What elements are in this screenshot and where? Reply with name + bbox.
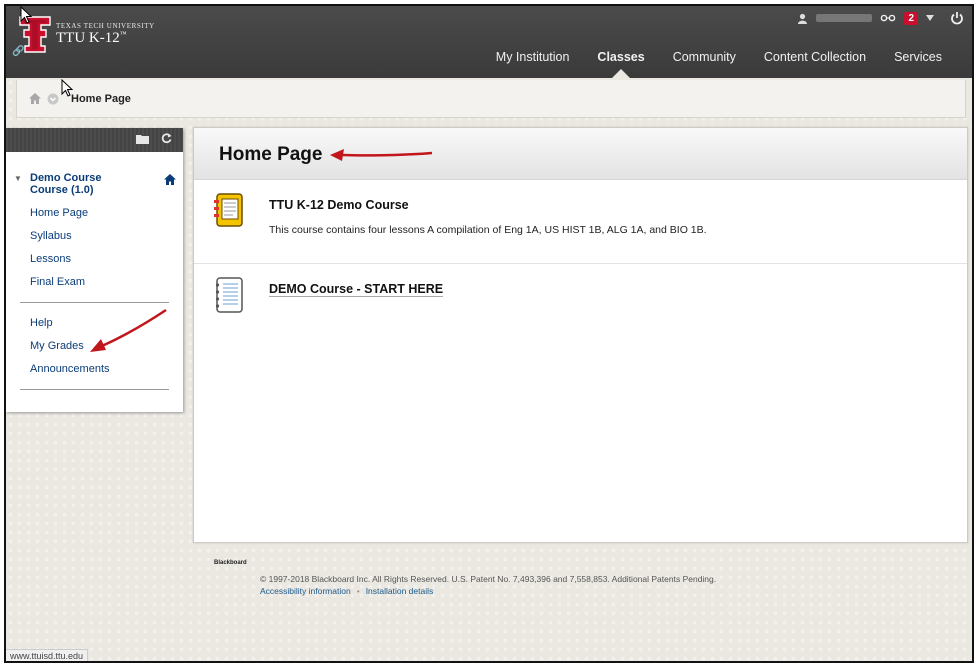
nav-content-collection[interactable]: Content Collection (750, 50, 880, 78)
course-title-row: ▼ Demo Course Course (1.0) (6, 152, 183, 196)
nav-my-institution[interactable]: My Institution (482, 50, 584, 78)
menu-divider (20, 302, 169, 303)
menu-divider-bottom (20, 389, 169, 390)
brand-title: TTU K-12™ (56, 30, 127, 47)
menu-link-syllabus[interactable]: Syllabus (6, 225, 183, 248)
folder-view-icon[interactable] (136, 133, 149, 144)
annotation-arrow-title (330, 149, 433, 161)
content-item-start-here: DEMO Course - START HERE (194, 264, 967, 344)
status-bar-url: www.ttuisd.ttu.edu (6, 649, 89, 661)
menu-link-home-page[interactable]: Home Page (6, 202, 183, 225)
course-menu-toolbar (6, 128, 183, 152)
footer-links: Accessibility information • Installation… (260, 586, 433, 596)
mouse-cursor-outline-icon (61, 79, 73, 97)
footer-separator: • (356, 586, 360, 596)
start-here-link[interactable]: DEMO Course - START HERE (269, 282, 444, 297)
annotation-arrow-my-grades (90, 308, 167, 352)
user-name-blurred[interactable] (816, 14, 873, 22)
user-icon[interactable] (797, 13, 808, 24)
top-header: TEXAS TECH UNIVERSITY TTU K-12™ 🔗 2 My I… (6, 6, 972, 78)
notebook-icon (214, 193, 243, 227)
course-home-icon[interactable] (164, 174, 176, 185)
chevron-circle-icon[interactable] (47, 93, 59, 105)
breadcrumb: Home Page (16, 80, 966, 118)
content-item-course-info: TTU K-12 Demo Course This course contain… (194, 180, 967, 264)
accessibility-link[interactable]: Accessibility information (260, 586, 351, 596)
item-title-demo-course: TTU K-12 Demo Course (269, 198, 409, 212)
menu-link-lessons[interactable]: Lessons (6, 248, 183, 271)
content-header: Home Page (194, 128, 967, 180)
mouse-cursor-icon (20, 6, 32, 24)
chevron-down-icon[interactable] (926, 15, 934, 21)
notification-badge[interactable]: 2 (904, 11, 918, 25)
brand-trademark: ™ (119, 30, 127, 38)
blackboard-logo: Blackboard (214, 560, 247, 566)
refresh-icon[interactable] (161, 133, 172, 144)
breadcrumb-current: Home Page (71, 92, 131, 105)
installation-link[interactable]: Installation details (366, 586, 434, 596)
item-description: This course contains four lessons A comp… (269, 224, 707, 236)
collapse-triangle-icon[interactable]: ▼ (14, 174, 22, 183)
browser-frame: TEXAS TECH UNIVERSITY TTU K-12™ 🔗 2 My I… (4, 4, 974, 663)
main-nav: My Institution Classes Community Content… (482, 50, 956, 78)
document-icon (215, 277, 243, 313)
nav-community[interactable]: Community (659, 50, 750, 78)
course-menu: ▼ Demo Course Course (1.0) Home Page Syl… (6, 128, 183, 412)
nav-classes[interactable]: Classes (583, 50, 658, 78)
glasses-icon[interactable] (880, 14, 896, 22)
power-icon[interactable] (950, 11, 964, 25)
user-area: 2 (797, 8, 964, 28)
nav-services[interactable]: Services (880, 50, 956, 78)
home-icon[interactable] (29, 93, 41, 104)
brand-university: TEXAS TECH UNIVERSITY (56, 22, 155, 30)
brand-title-text: TTU K-12 (56, 30, 120, 46)
content-panel: Home Page TTU K-12 Demo Course This cour… (193, 127, 968, 543)
menu-link-announcements[interactable]: Announcements (6, 358, 183, 381)
menu-link-final-exam[interactable]: Final Exam (6, 271, 183, 294)
page-title: Home Page (219, 144, 323, 165)
copyright-text: © 1997-2018 Blackboard Inc. All Rights R… (260, 574, 717, 584)
link-icon[interactable]: 🔗 (12, 46, 24, 57)
course-title[interactable]: Demo Course Course (1.0) (30, 172, 140, 196)
